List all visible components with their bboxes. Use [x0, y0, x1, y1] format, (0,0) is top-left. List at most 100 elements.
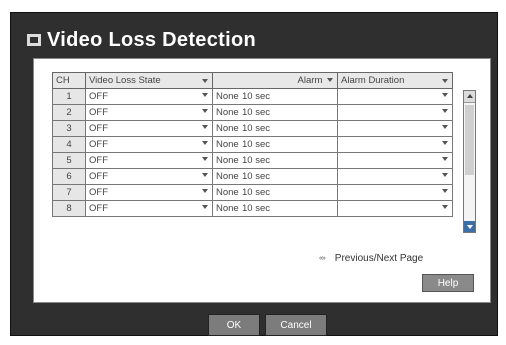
dialog-window: Video Loss Detection CH Video Loss State… — [10, 12, 498, 336]
video-loss-state-value: OFF — [89, 187, 108, 198]
chevron-down-icon[interactable] — [442, 125, 448, 129]
chevron-down-icon[interactable] — [202, 173, 208, 177]
table-row[interactable]: 5 OFF None 10 sec — [52, 152, 453, 169]
alarm-duration-dropdown[interactable] — [337, 200, 453, 217]
table-row[interactable]: 1 OFF None 10 sec — [52, 88, 453, 105]
video-loss-state-value: OFF — [89, 139, 108, 150]
channel-number: 2 — [52, 104, 86, 121]
alarm-cell[interactable]: None 10 sec — [212, 200, 338, 217]
alarm-duration-dropdown[interactable] — [337, 136, 453, 153]
chevron-down-icon[interactable] — [442, 93, 448, 97]
alarm-duration-value: 10 sec — [242, 187, 270, 198]
video-loss-state-dropdown[interactable]: OFF — [85, 152, 213, 169]
alarm-duration-dropdown[interactable] — [337, 104, 453, 121]
alarm-duration-value: 10 sec — [242, 155, 270, 166]
alarm-cell[interactable]: None 10 sec — [212, 104, 338, 121]
settings-panel: CH Video Loss State Alarm Alarm Duration — [33, 58, 491, 303]
alarm-value: None — [216, 171, 239, 182]
alarm-duration-value: 10 sec — [242, 91, 270, 102]
help-button[interactable]: Help — [422, 274, 474, 292]
video-loss-state-dropdown[interactable]: OFF — [85, 136, 213, 153]
video-loss-state-dropdown[interactable]: OFF — [85, 184, 213, 201]
alarm-duration-value: 10 sec — [242, 139, 270, 150]
header-alarm[interactable]: Alarm — [212, 72, 338, 89]
table-row[interactable]: 2 OFF None 10 sec — [52, 104, 453, 121]
alarm-duration-value: 10 sec — [242, 203, 270, 214]
alarm-value: None — [216, 107, 239, 118]
alarm-cell[interactable]: None 10 sec — [212, 184, 338, 201]
video-loss-state-dropdown[interactable]: OFF — [85, 200, 213, 217]
chevron-down-icon[interactable] — [202, 109, 208, 113]
video-loss-state-value: OFF — [89, 123, 108, 134]
table-row[interactable]: 4 OFF None 10 sec — [52, 136, 453, 153]
scroll-up-arrow-icon[interactable] — [464, 91, 475, 103]
chevron-down-icon[interactable] — [442, 205, 448, 209]
video-loss-state-dropdown[interactable]: OFF — [85, 88, 213, 105]
chevron-down-icon[interactable] — [202, 189, 208, 193]
header-alarm-duration[interactable]: Alarm Duration — [337, 72, 453, 89]
scroll-down-arrow-icon[interactable] — [464, 221, 475, 232]
video-loss-table: CH Video Loss State Alarm Alarm Duration — [52, 72, 453, 217]
chevron-down-icon[interactable] — [442, 173, 448, 177]
alarm-duration-value: 10 sec — [242, 171, 270, 182]
alarm-cell[interactable]: None 10 sec — [212, 120, 338, 137]
chevron-down-icon[interactable] — [442, 79, 448, 83]
video-loss-state-dropdown[interactable]: OFF — [85, 104, 213, 121]
page-navigation[interactable]: «» Previous/Next Page — [319, 253, 423, 264]
scroll-thumb[interactable] — [465, 105, 474, 175]
channel-number: 6 — [52, 168, 86, 185]
table-scrollbar[interactable] — [463, 90, 476, 233]
alarm-duration-dropdown[interactable] — [337, 152, 453, 169]
alarm-duration-value: 10 sec — [242, 107, 270, 118]
header-duration-label: Alarm Duration — [341, 75, 405, 86]
table-row[interactable]: 3 OFF None 10 sec — [52, 120, 453, 137]
chevron-down-icon[interactable] — [442, 189, 448, 193]
alarm-value: None — [216, 139, 239, 150]
header-ch: CH — [52, 72, 86, 89]
table-row[interactable]: 7 OFF None 10 sec — [52, 184, 453, 201]
alarm-duration-dropdown[interactable] — [337, 184, 453, 201]
chevron-down-icon[interactable] — [202, 79, 208, 83]
alarm-duration-dropdown[interactable] — [337, 120, 453, 137]
alarm-value: None — [216, 155, 239, 166]
table-row[interactable]: 8 OFF None 10 sec — [52, 200, 453, 217]
alarm-duration-dropdown[interactable] — [337, 88, 453, 105]
header-alarm-label: Alarm — [297, 75, 323, 86]
header-video-loss-state[interactable]: Video Loss State — [85, 72, 213, 89]
table-row[interactable]: 6 OFF None 10 sec — [52, 168, 453, 185]
chevron-down-icon[interactable] — [202, 141, 208, 145]
alarm-duration-dropdown[interactable] — [337, 168, 453, 185]
video-loss-state-value: OFF — [89, 91, 108, 102]
chevron-down-icon[interactable] — [202, 157, 208, 161]
alarm-cell[interactable]: None 10 sec — [212, 88, 338, 105]
menu-square-icon — [27, 34, 41, 46]
channel-number: 3 — [52, 120, 86, 137]
chevron-down-icon[interactable] — [202, 205, 208, 209]
header-state-label: Video Loss State — [89, 75, 161, 86]
alarm-cell[interactable]: None 10 sec — [212, 136, 338, 153]
alarm-cell[interactable]: None 10 sec — [212, 152, 338, 169]
dialog-title: Video Loss Detection — [47, 28, 257, 51]
channel-number: 4 — [52, 136, 86, 153]
chevron-down-icon[interactable] — [202, 93, 208, 97]
alarm-value: None — [216, 91, 239, 102]
chevron-down-icon[interactable] — [327, 78, 333, 83]
chevron-down-icon[interactable] — [442, 157, 448, 161]
chevron-down-icon[interactable] — [442, 141, 448, 145]
title-bar: Video Loss Detection — [27, 27, 256, 53]
chevron-down-icon[interactable] — [442, 109, 448, 113]
ok-button[interactable]: OK — [208, 314, 260, 336]
video-loss-state-value: OFF — [89, 171, 108, 182]
chevron-down-icon[interactable] — [202, 125, 208, 129]
channel-number: 1 — [52, 88, 86, 105]
video-loss-state-dropdown[interactable]: OFF — [85, 120, 213, 137]
cancel-button[interactable]: Cancel — [265, 314, 327, 336]
table-header-row: CH Video Loss State Alarm Alarm Duration — [52, 72, 453, 89]
previous-next-icon[interactable]: «» — [319, 255, 326, 262]
video-loss-state-dropdown[interactable]: OFF — [85, 168, 213, 185]
video-loss-state-value: OFF — [89, 107, 108, 118]
alarm-cell[interactable]: None 10 sec — [212, 168, 338, 185]
alarm-value: None — [216, 203, 239, 214]
alarm-value: None — [216, 123, 239, 134]
video-loss-state-value: OFF — [89, 155, 108, 166]
